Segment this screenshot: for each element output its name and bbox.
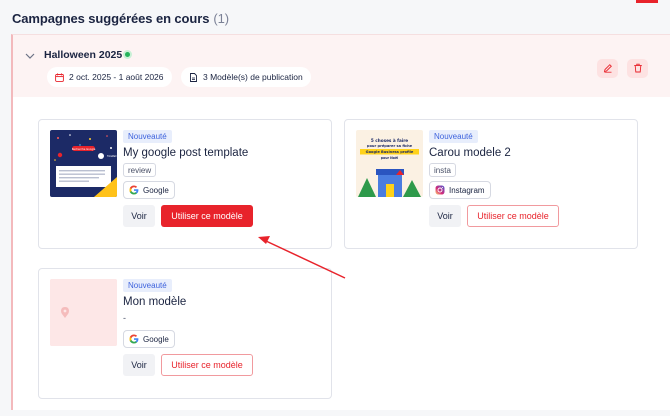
annotation-arrow xyxy=(258,236,346,279)
